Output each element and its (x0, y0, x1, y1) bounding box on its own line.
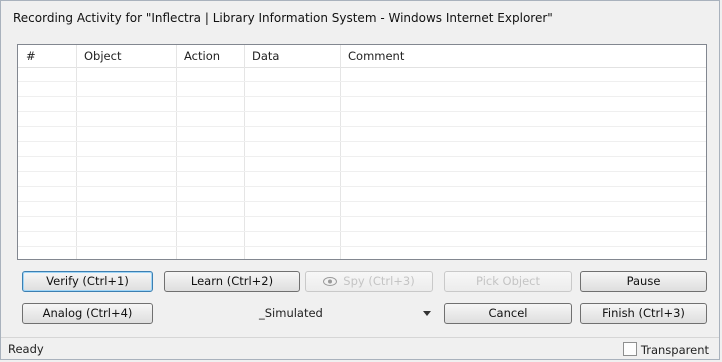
pause-button[interactable]: Pause (580, 271, 707, 292)
table-row (18, 97, 706, 112)
table-row (18, 217, 706, 232)
eye-icon (323, 277, 338, 286)
spy-button-label: Spy (Ctrl+3) (343, 274, 415, 288)
pick-object-button[interactable]: Pick Object (444, 271, 572, 292)
cancel-button[interactable]: Cancel (444, 303, 572, 324)
transparent-label: Transparent (640, 343, 709, 357)
verify-button[interactable]: Verify (Ctrl+1) (22, 271, 153, 292)
column-header-number[interactable]: # (18, 45, 76, 67)
status-bar: Ready Transparent (1, 337, 719, 361)
status-text: Ready (8, 342, 44, 356)
table-row (18, 112, 706, 127)
column-header-data[interactable]: Data (244, 45, 340, 67)
analog-button[interactable]: Analog (Ctrl+4) (22, 303, 153, 324)
grid-header: # Object Action Data Comment (18, 45, 706, 68)
table-row (18, 187, 706, 202)
column-header-comment[interactable]: Comment (340, 45, 706, 67)
table-row (18, 127, 706, 142)
table-row (18, 157, 706, 172)
table-row (18, 232, 706, 247)
table-row (18, 202, 706, 217)
window-title: Recording Activity for "Inflectra | Libr… (13, 11, 553, 25)
table-row (18, 247, 706, 259)
learn-button[interactable]: Learn (Ctrl+2) (164, 271, 300, 292)
table-row (18, 82, 706, 97)
column-header-action[interactable]: Action (176, 45, 244, 67)
table-row (18, 142, 706, 157)
playback-mode-value: _Simulated (259, 306, 323, 320)
column-header-object[interactable]: Object (76, 45, 176, 67)
playback-mode-dropdown[interactable]: _Simulated (161, 303, 439, 325)
transparent-checkbox[interactable] (622, 342, 637, 356)
finish-button[interactable]: Finish (Ctrl+3) (580, 303, 707, 324)
table-row (18, 67, 706, 82)
chevron-down-icon (423, 311, 431, 316)
spy-button[interactable]: Spy (Ctrl+3) (305, 271, 433, 292)
transparent-toggle[interactable]: Transparent (622, 342, 709, 358)
recorded-actions-grid[interactable]: # Object Action Data Comment (17, 44, 707, 260)
table-row (18, 172, 706, 187)
recording-activity-window: Recording Activity for "Inflectra | Libr… (0, 0, 720, 360)
grid-rows (18, 67, 706, 259)
